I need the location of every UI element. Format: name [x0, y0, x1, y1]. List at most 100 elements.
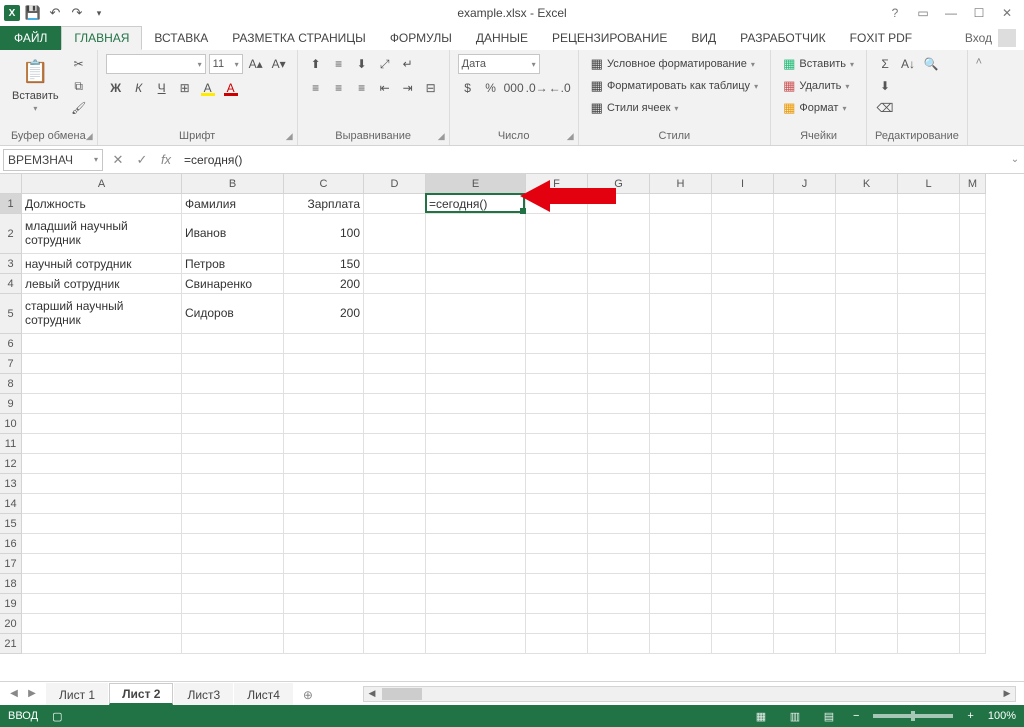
row-header[interactable]: 17	[0, 554, 22, 574]
cell[interactable]	[712, 474, 774, 494]
cell[interactable]	[426, 454, 526, 474]
scroll-thumb[interactable]	[382, 688, 422, 700]
increase-font-icon[interactable]: A▴	[246, 54, 266, 74]
cell[interactable]	[588, 474, 650, 494]
cell[interactable]: Фамилия	[182, 194, 284, 214]
cell[interactable]	[22, 594, 182, 614]
cell[interactable]	[960, 274, 986, 294]
row-header[interactable]: 21	[0, 634, 22, 654]
cell[interactable]	[284, 494, 364, 514]
cell[interactable]	[898, 434, 960, 454]
cell[interactable]	[22, 514, 182, 534]
cell[interactable]	[836, 514, 898, 534]
clear-icon[interactable]: ⌫	[875, 98, 895, 118]
cell[interactable]	[774, 454, 836, 474]
sheet-tab[interactable]: Лист 2	[109, 683, 173, 705]
cell[interactable]	[836, 494, 898, 514]
file-tab[interactable]: ФАЙЛ	[0, 26, 61, 50]
column-header[interactable]: G	[588, 174, 650, 194]
autosum-icon[interactable]: Σ	[875, 54, 895, 74]
cell[interactable]: Должность	[22, 194, 182, 214]
cell[interactable]	[526, 474, 588, 494]
cell[interactable]	[774, 394, 836, 414]
cell[interactable]	[960, 534, 986, 554]
cell[interactable]	[526, 214, 588, 254]
cell[interactable]: 100	[284, 214, 364, 254]
cell[interactable]	[650, 594, 712, 614]
cell[interactable]	[898, 574, 960, 594]
align-right-icon[interactable]: ≡	[352, 78, 372, 98]
cell[interactable]	[426, 514, 526, 534]
column-header[interactable]: D	[364, 174, 426, 194]
cell[interactable]	[960, 474, 986, 494]
cell[interactable]	[284, 534, 364, 554]
cell[interactable]	[898, 594, 960, 614]
cell[interactable]	[364, 294, 426, 334]
cell[interactable]	[898, 274, 960, 294]
tab-review[interactable]: РЕЦЕНЗИРОВАНИЕ	[540, 26, 679, 50]
insert-function-icon[interactable]: fx	[154, 149, 178, 171]
cell[interactable]: старший научный сотрудник	[22, 294, 182, 334]
cell[interactable]	[284, 434, 364, 454]
align-center-icon[interactable]: ≡	[329, 78, 349, 98]
row-header[interactable]: 20	[0, 614, 22, 634]
cell[interactable]	[284, 354, 364, 374]
underline-button[interactable]: Ч	[152, 78, 172, 98]
cell[interactable]	[898, 354, 960, 374]
cell[interactable]	[712, 594, 774, 614]
cell[interactable]	[284, 514, 364, 534]
cell[interactable]	[588, 594, 650, 614]
cell[interactable]	[898, 534, 960, 554]
cell[interactable]	[284, 554, 364, 574]
cell[interactable]: Иванов	[182, 214, 284, 254]
cell[interactable]	[426, 334, 526, 354]
column-header[interactable]: F	[526, 174, 588, 194]
tab-view[interactable]: ВИД	[679, 26, 728, 50]
cell[interactable]: 200	[284, 294, 364, 334]
cell[interactable]	[836, 634, 898, 654]
cell[interactable]	[426, 254, 526, 274]
row-header[interactable]: 16	[0, 534, 22, 554]
cell[interactable]	[774, 414, 836, 434]
zoom-level[interactable]: 100%	[988, 710, 1016, 722]
cell[interactable]	[898, 394, 960, 414]
cell[interactable]	[960, 614, 986, 634]
cell[interactable]	[526, 514, 588, 534]
cell[interactable]	[588, 214, 650, 254]
tab-foxit-pdf[interactable]: FOXIT PDF	[838, 26, 924, 50]
dialog-launcher-icon[interactable]: ◢	[86, 131, 93, 142]
zoom-slider[interactable]	[873, 714, 953, 718]
cell[interactable]	[284, 374, 364, 394]
cell[interactable]	[650, 194, 712, 214]
column-header[interactable]: E	[426, 174, 526, 194]
cell[interactable]	[182, 434, 284, 454]
cell[interactable]	[364, 634, 426, 654]
cell[interactable]	[526, 274, 588, 294]
cell[interactable]	[960, 414, 986, 434]
sheet-tab[interactable]: Лист4	[234, 683, 293, 705]
cell[interactable]	[284, 474, 364, 494]
cell[interactable]	[650, 574, 712, 594]
cell[interactable]	[588, 354, 650, 374]
cell[interactable]	[588, 514, 650, 534]
cell[interactable]	[426, 554, 526, 574]
cell[interactable]	[364, 354, 426, 374]
column-header[interactable]: M	[960, 174, 986, 194]
cell[interactable]	[364, 254, 426, 274]
macro-record-icon[interactable]: ▢	[52, 710, 62, 723]
cell[interactable]	[526, 434, 588, 454]
cell[interactable]	[426, 294, 526, 334]
cell[interactable]	[22, 414, 182, 434]
cell[interactable]	[526, 454, 588, 474]
row-header[interactable]: 15	[0, 514, 22, 534]
cell[interactable]	[774, 214, 836, 254]
column-header[interactable]: A	[22, 174, 182, 194]
help-icon[interactable]: ?	[884, 3, 906, 23]
cell[interactable]	[712, 634, 774, 654]
cell[interactable]	[22, 354, 182, 374]
cell[interactable]	[898, 614, 960, 634]
cell[interactable]	[526, 594, 588, 614]
cell[interactable]	[898, 374, 960, 394]
cell[interactable]	[364, 274, 426, 294]
cell[interactable]	[588, 194, 650, 214]
